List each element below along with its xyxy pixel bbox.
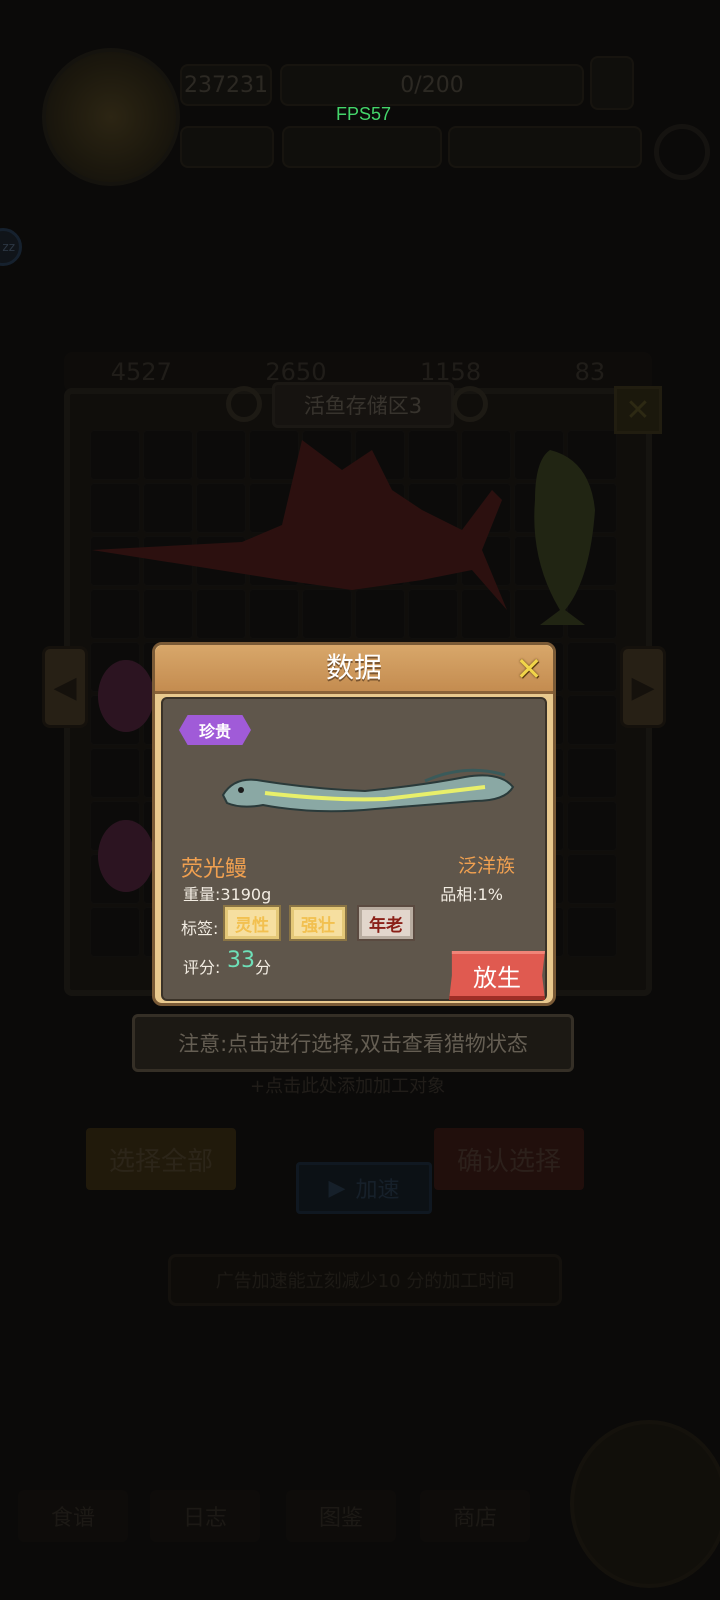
storage-cell[interactable] (567, 695, 617, 745)
pinkfish-image-2[interactable] (94, 816, 154, 896)
fish-name: 荧光鳗 (181, 857, 248, 882)
tab-log[interactable]: 日志 (150, 1490, 260, 1542)
sleep-icon[interactable]: zz (0, 228, 22, 266)
chevron-left-icon: ◀ (53, 669, 77, 705)
stat-1: 4527 (110, 358, 172, 386)
fish-weight: 重量:3190g (183, 885, 272, 904)
speed-up-button[interactable]: ▶ 加速 (296, 1162, 432, 1214)
carp-image[interactable] (520, 440, 610, 630)
capacity-bar: 0/200 (280, 64, 584, 106)
close-icon[interactable]: ✕ (513, 653, 545, 685)
fps-counter: FPS57 (336, 104, 392, 124)
select-all-button[interactable]: 选择全部 (86, 1128, 236, 1190)
player-avatar[interactable] (42, 48, 180, 186)
fishing-button[interactable] (570, 1420, 720, 1588)
hud-slot-2[interactable] (282, 126, 442, 168)
storage-cell[interactable] (567, 854, 617, 904)
hud-slot-3[interactable] (448, 126, 642, 168)
fish-detail-card: 珍贵 荧光鳗 泛洋族 重量:3190g 品相:1% 标签: 灵性 强壮 年老 评… (161, 697, 547, 1001)
confirm-selection-button[interactable]: 确认选择 (434, 1128, 584, 1190)
storage-cell[interactable] (567, 801, 617, 851)
fish-family: 泛洋族 (457, 855, 515, 877)
score-label: 评分: (183, 958, 221, 977)
fish-quality: 品相:1% (440, 885, 503, 904)
video-camera-icon: ▶ (328, 1175, 346, 1201)
close-storage-icon[interactable]: ✕ (614, 386, 662, 434)
capacity-value: 0/200 (400, 72, 464, 98)
storage-cell[interactable] (90, 748, 140, 798)
notice-bar: 注意:点击进行选择,双击查看猎物状态 (132, 1014, 574, 1072)
ad-hint: 广告加速能立刻减少10 分的加工时间 (168, 1254, 562, 1306)
battery-icon (590, 56, 634, 110)
score-unit: 分 (255, 958, 272, 977)
tab-recipes[interactable]: 食谱 (18, 1490, 128, 1542)
tag-strong: 强壮 (289, 905, 347, 941)
ring-ornament-right (452, 386, 488, 422)
stat-4: 83 (574, 358, 606, 386)
storage-cell[interactable] (567, 748, 617, 798)
add-processing-hint[interactable]: +点击此处添加加工对象 (250, 1072, 445, 1098)
resource-counter: 237231 (180, 64, 272, 106)
tab-codex[interactable]: 图鉴 (286, 1490, 396, 1542)
tag-old: 年老 (357, 905, 415, 941)
score-value: 33 (227, 948, 255, 973)
next-page-button[interactable]: ▶ (620, 646, 666, 728)
gear-icon[interactable] (654, 124, 710, 180)
tab-shop[interactable]: 商店 (420, 1490, 530, 1542)
speed-up-label: 加速 (355, 1178, 400, 1203)
storage-title: 活鱼存储区3 (272, 382, 454, 428)
prev-page-button[interactable]: ◀ (42, 646, 88, 728)
modal-title: 数据 (325, 651, 382, 684)
ring-ornament-left (226, 386, 262, 422)
hud-slot-1[interactable] (180, 126, 274, 168)
tag-spiritual: 灵性 (223, 905, 281, 941)
storage-cell[interactable] (567, 907, 617, 957)
release-button[interactable]: 放生 (449, 951, 545, 1000)
storage-cell[interactable] (567, 642, 617, 692)
sailfish-image[interactable] (92, 430, 512, 620)
pinkfish-image[interactable] (94, 656, 154, 736)
tags-label: 标签: (181, 919, 219, 938)
fluorescent-eel-image (221, 768, 515, 813)
rarity-badge: 珍贵 (179, 715, 251, 745)
resource-counter-value: 237231 (184, 72, 268, 98)
chevron-right-icon: ▶ (631, 669, 655, 705)
storage-cell[interactable] (90, 907, 140, 957)
fish-data-modal: 数据 ✕ 珍贵 荧光鳗 泛洋族 重量:3190g 品相:1% 标签: 灵性 强壮… (152, 642, 556, 1006)
